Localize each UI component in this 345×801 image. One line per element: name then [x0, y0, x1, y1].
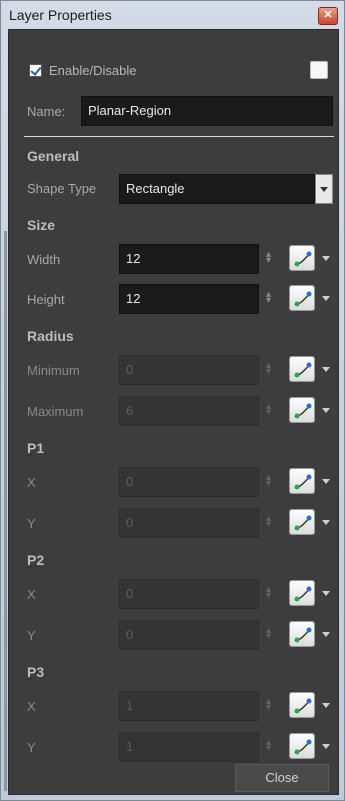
height-label: Height [27, 292, 65, 307]
function-curve-icon [294, 739, 312, 755]
shape-type-dropdown-button[interactable] [315, 174, 333, 204]
name-input[interactable]: Planar-Region [81, 96, 333, 126]
minimum-label: Minimum [27, 363, 80, 378]
p3-x-input[interactable]: 1 [119, 691, 259, 721]
p2-y-spinner-icon[interactable]: ▴ ▾ [266, 626, 271, 642]
p3-x-label: X [27, 699, 36, 714]
function-curve-icon [294, 474, 312, 490]
width-label: Width [27, 252, 61, 267]
section-radius: Radius [27, 328, 74, 344]
function-curve-icon [294, 698, 312, 714]
p2-x-function-menu-icon[interactable] [322, 591, 330, 596]
p3-y-input[interactable]: 1 [119, 732, 259, 762]
width-input[interactable]: 12 [119, 244, 259, 274]
p3-y-function-button[interactable] [289, 733, 315, 759]
minimum-input[interactable]: 0 [119, 355, 259, 385]
width-function-button[interactable] [289, 245, 315, 271]
p1-x-label: X [27, 475, 36, 490]
minimum-function-button[interactable] [289, 356, 315, 382]
shape-type-label: Shape Type [27, 181, 97, 196]
p2-x-spinner-icon[interactable]: ▴ ▾ [266, 585, 271, 601]
p1-x-function-button[interactable] [289, 468, 315, 494]
function-curve-icon [294, 586, 312, 602]
p2-y-label: Y [27, 628, 36, 643]
p1-y-function-button[interactable] [289, 509, 315, 535]
p3-y-label: Y [27, 740, 36, 755]
function-curve-icon [294, 291, 312, 307]
chevron-down-icon [320, 187, 328, 192]
title-bar[interactable]: Layer Properties ✕ [1, 1, 344, 29]
window-title: Layer Properties [9, 7, 112, 23]
section-size: Size [27, 217, 56, 233]
height-function-menu-icon[interactable] [322, 296, 330, 301]
function-curve-icon [294, 251, 312, 267]
minimum-spinner-icon[interactable]: ▴ ▾ [266, 361, 271, 377]
p3-x-function-menu-icon[interactable] [322, 703, 330, 708]
window-close-button[interactable]: ✕ [318, 7, 338, 25]
p2-y-function-button[interactable] [289, 621, 315, 647]
function-curve-icon [294, 515, 312, 531]
close-button[interactable]: Close [235, 764, 329, 792]
maximum-input[interactable]: 6 [119, 396, 259, 426]
section-p3: P3 [27, 664, 45, 680]
shape-type-select[interactable]: Rectangle [119, 174, 315, 204]
width-function-menu-icon[interactable] [322, 256, 330, 261]
function-curve-icon [294, 627, 312, 643]
p3-y-function-menu-icon[interactable] [322, 744, 330, 749]
p3-x-spinner-icon[interactable]: ▴ ▾ [266, 697, 271, 713]
layer-color-swatch[interactable] [310, 61, 328, 79]
properties-panel: Enable/Disable Name: Planar-Region Gener… [8, 29, 339, 795]
p2-y-input[interactable]: 0 [119, 620, 259, 650]
p1-x-function-menu-icon[interactable] [322, 479, 330, 484]
layer-properties-window: Layer Properties ✕ Enable/Disable Name: … [0, 0, 345, 801]
p2-x-label: X [27, 587, 36, 602]
p1-y-input[interactable]: 0 [119, 508, 259, 538]
height-function-button[interactable] [289, 285, 315, 311]
function-curve-icon [294, 362, 312, 378]
maximum-function-menu-icon[interactable] [322, 408, 330, 413]
p1-x-spinner-icon[interactable]: ▴ ▾ [266, 473, 271, 489]
enable-checkbox[interactable] [29, 64, 42, 77]
maximum-function-button[interactable] [289, 397, 315, 423]
width-spinner-icon[interactable]: ▴ ▾ [266, 250, 271, 266]
p2-x-function-button[interactable] [289, 580, 315, 606]
p2-x-input[interactable]: 0 [119, 579, 259, 609]
section-p1: P1 [27, 440, 45, 456]
enable-label: Enable/Disable [49, 63, 137, 78]
p1-y-spinner-icon[interactable]: ▴ ▾ [266, 514, 271, 530]
p2-y-function-menu-icon[interactable] [322, 632, 330, 637]
p1-y-function-menu-icon[interactable] [322, 520, 330, 525]
function-curve-icon [294, 403, 312, 419]
p1-x-input[interactable]: 0 [119, 467, 259, 497]
maximum-spinner-icon[interactable]: ▴ ▾ [266, 402, 271, 418]
p3-x-function-button[interactable] [289, 692, 315, 718]
name-label: Name: [27, 104, 66, 119]
height-input[interactable]: 12 [119, 284, 259, 314]
minimum-function-menu-icon[interactable] [322, 367, 330, 372]
p1-y-label: Y [27, 516, 36, 531]
height-spinner-icon[interactable]: ▴ ▾ [266, 290, 271, 306]
separator [24, 136, 334, 137]
window-resize-edge [4, 231, 7, 791]
section-p2: P2 [27, 552, 45, 568]
p3-y-spinner-icon[interactable]: ▴ ▾ [266, 738, 271, 754]
maximum-label: Maximum [27, 404, 84, 419]
section-general: General [27, 148, 80, 164]
